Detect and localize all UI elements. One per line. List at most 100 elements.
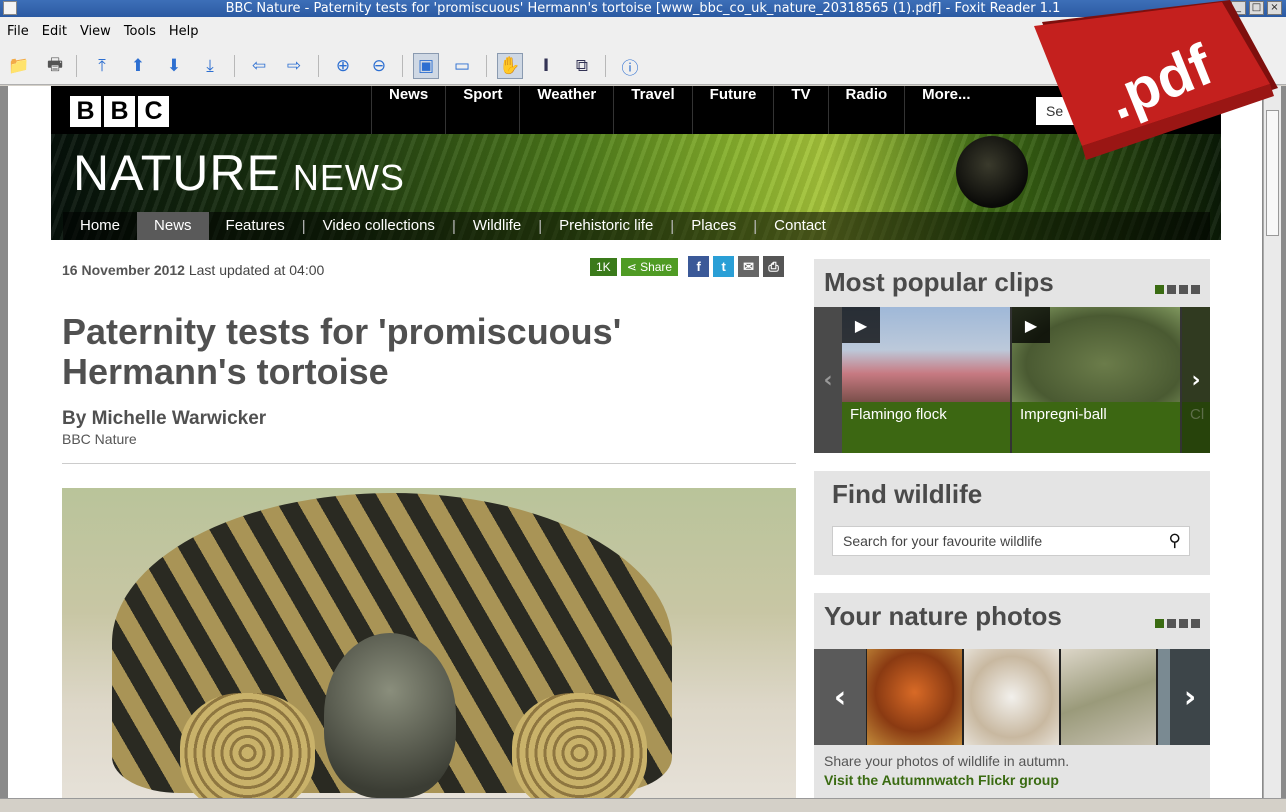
photos-title: Your nature photos [824,601,1062,631]
toolbar-separator [486,55,487,77]
pdf-badge-logo: .pdf [1034,0,1278,160]
snapshot-icon[interactable]: ⧉ [569,53,595,79]
article-headline: Paternity tests for 'promiscuous' Herman… [62,311,622,392]
share-count: 1K [590,257,617,276]
article-updated: Last updated at 04:00 [188,262,325,278]
pdf-page: B B C News Sport Weather Travel Future T… [8,86,1262,798]
back-icon[interactable]: ⇦ [246,53,272,79]
bbc-logo[interactable]: B B C [70,96,169,127]
section-title-sub: NEWS [292,157,405,198]
menu-file[interactable]: File [7,24,29,39]
subnav-home[interactable]: Home [63,212,137,240]
search-icon[interactable]: ⚲ [1169,527,1181,555]
toolbar-separator [402,55,403,77]
app-icon [3,1,17,15]
forward-icon[interactable]: ⇨ [281,53,307,79]
bird-photo[interactable] [964,649,1059,745]
open-icon[interactable]: 📁 [6,53,32,79]
clip-caption: Impregni-ball [1012,402,1180,453]
tit-photo[interactable] [1061,649,1156,745]
info-icon[interactable]: ⓘ [617,53,643,79]
chevron-left-icon[interactable]: ‹ [814,649,866,745]
share-bar: 1K ⋖ Share f t ✉ ⎙ [590,256,785,277]
chevron-right-icon[interactable]: › [1182,307,1210,453]
toolbar-separator [605,55,606,77]
article-source: BBC Nature [62,431,137,447]
first-page-icon[interactable]: ⤒ [89,53,115,79]
search-placeholder: Search for your favourite wildlife [843,533,1043,549]
play-icon[interactable]: ▶ [842,307,880,343]
divider [62,463,796,464]
subnav-contact[interactable]: Contact [757,212,843,240]
carousel-dots[interactable] [1155,619,1200,628]
nav-more[interactable]: More... [904,86,987,134]
fit-page-icon[interactable]: ▣ [413,53,439,79]
bbc-logo-letter: B [70,96,101,127]
clips-title: Most popular clips [824,267,1054,297]
subnav-wildlife[interactable]: Wildlife [456,212,538,240]
nav-radio[interactable]: Radio [827,86,905,134]
menu-tools[interactable]: Tools [124,24,156,39]
document-area: B B C News Sport Weather Travel Future T… [0,86,1286,798]
menu-help[interactable]: Help [169,24,199,39]
hand-tool-icon[interactable]: ✋ [497,53,523,79]
window-title: BBC Nature - Paternity tests for 'promis… [225,1,1061,16]
subnav-video-collections[interactable]: Video collections [306,212,452,240]
wildlife-search-input[interactable]: Search for your favourite wildlife ⚲ [832,526,1190,556]
article-author: By Michelle Warwicker [62,408,267,429]
nav-tv[interactable]: TV [773,86,827,134]
next-page-icon[interactable]: ⬇ [161,53,187,79]
clip-caption: Flamingo flock [842,402,1010,453]
bbc-logo-letter: C [138,96,169,127]
nav-future[interactable]: Future [691,86,774,134]
article-date: 16 November 2012 [62,262,185,278]
toolbar-separator [234,55,235,77]
article-dateline: 16 November 2012 Last updated at 04:00 [62,262,324,278]
status-bar [0,798,1286,812]
section-nav: Home News Features | Video collections |… [63,212,1210,240]
nav-travel[interactable]: Travel [613,86,691,134]
share-button[interactable]: ⋖ Share [620,257,679,276]
nav-sport[interactable]: Sport [445,86,519,134]
facebook-icon[interactable]: f [688,256,710,277]
print-icon[interactable]: 🖶 [42,53,68,79]
zoom-out-icon[interactable]: ⊖ [366,53,392,79]
text-select-icon[interactable]: I [533,53,559,79]
bbc-logo-letter: B [104,96,135,127]
chevron-left-icon[interactable]: ‹ [814,307,842,453]
subnav-prehistoric-life[interactable]: Prehistoric life [542,212,670,240]
twitter-icon[interactable]: t [713,256,735,277]
section-title: NATURE NEWS [73,144,405,202]
subnav-news[interactable]: News [137,212,209,240]
play-icon[interactable]: ▶ [1012,307,1050,343]
vertical-scrollbar[interactable] [1263,86,1281,798]
menu-view[interactable]: View [80,24,111,39]
photos-caption: Share your photos of wildlife in autumn. [824,753,1070,769]
print-page-icon[interactable]: ⎙ [763,256,785,277]
nav-weather[interactable]: Weather [519,86,613,134]
subnav-features[interactable]: Features [209,212,302,240]
fit-width-icon[interactable]: ▭ [449,53,475,79]
chevron-right-icon[interactable]: › [1170,649,1210,745]
email-icon[interactable]: ✉ [738,256,760,277]
tortoise-leg [512,693,647,798]
toolbar-separator [76,55,77,77]
tortoise-head [324,633,456,798]
zoom-in-icon[interactable]: ⊕ [330,53,356,79]
clip-item[interactable]: ▶ Impregni-ball [1012,307,1180,453]
carousel-dots[interactable] [1155,285,1200,294]
share-label: Share [640,259,673,274]
toolbar-separator [318,55,319,77]
menu-edit[interactable]: Edit [42,24,67,39]
clip-item[interactable]: ▶ Flamingo flock [842,307,1010,453]
beetle-image [956,136,1028,208]
last-page-icon[interactable]: ⤓ [197,53,223,79]
photos-link[interactable]: Visit the Autumnwatch Flickr group [824,772,1059,788]
nav-news[interactable]: News [371,86,445,134]
fox-photo[interactable] [867,649,962,745]
tortoise-leg [180,693,315,798]
subnav-places[interactable]: Places [674,212,753,240]
prev-page-icon[interactable]: ⬆ [125,53,151,79]
most-popular-clips: Most popular clips ▶ Flamingo flock ▶ Im… [814,259,1210,453]
your-nature-photos: Your nature photos ‹ › Share your photos… [814,593,1210,798]
